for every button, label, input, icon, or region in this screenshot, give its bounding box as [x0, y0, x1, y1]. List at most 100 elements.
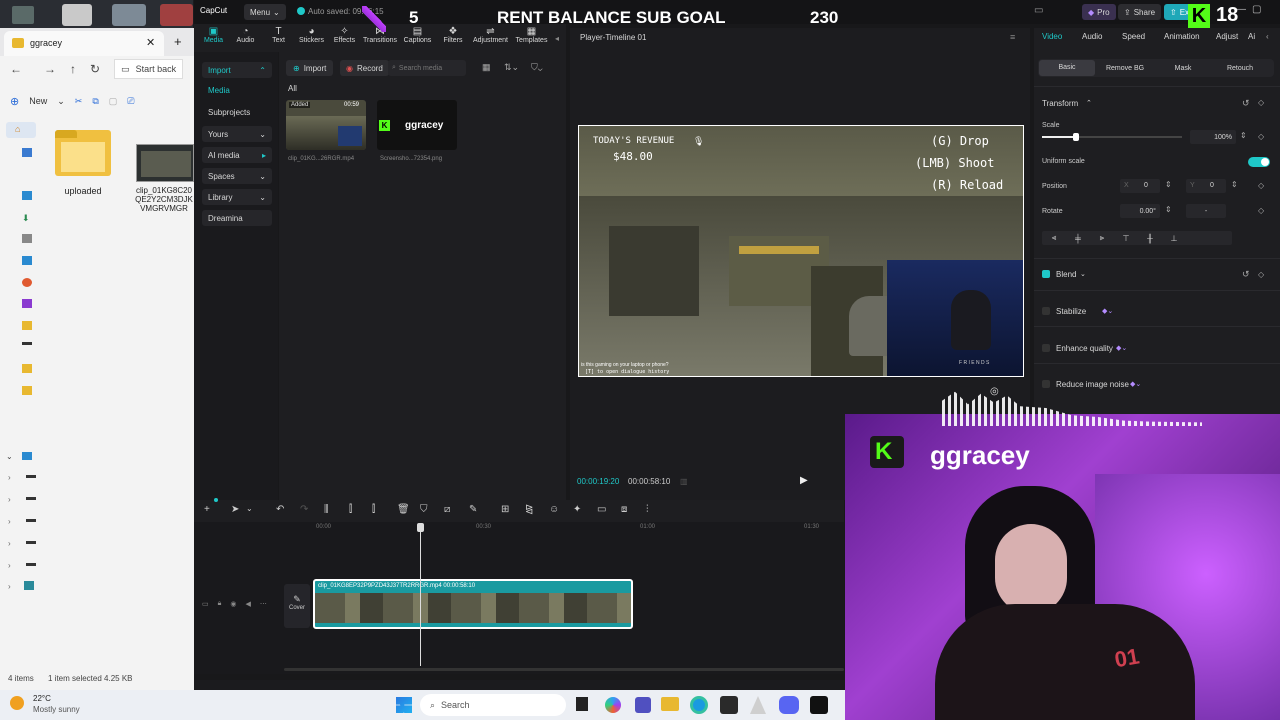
scale-slider-handle[interactable]	[1073, 133, 1079, 141]
caption-icon[interactable]: ▭	[597, 504, 606, 515]
toolbar-audio[interactable]: ◔ Audio	[229, 26, 262, 44]
audio-split-icon[interactable]: ⫶	[646, 504, 649, 515]
file-label[interactable]: clip_01KG8C20QE2Y2CM3DJKVMGRVMGR	[134, 186, 194, 213]
chevron-right-icon[interactable]: ›	[8, 561, 11, 570]
app-icon[interactable]	[160, 4, 193, 26]
cover-button[interactable]: ✎ Cover	[284, 584, 310, 628]
collapse-icon[interactable]: ◂	[555, 34, 559, 43]
copy-icon[interactable]: ⧉	[92, 96, 98, 107]
rename-icon[interactable]: ⎚	[127, 96, 134, 107]
stepper-icon[interactable]: ⇕	[1165, 180, 1172, 189]
sidebar-item-dreamina[interactable]: Dreamina	[202, 210, 272, 226]
taskview-icon[interactable]	[576, 697, 588, 711]
close-icon[interactable]: ✕	[146, 36, 155, 49]
app-icon[interactable]	[12, 6, 34, 24]
person-icon[interactable]: ☺	[549, 504, 559, 515]
stabilize-checkbox[interactable]	[1042, 307, 1050, 315]
align-center-icon[interactable]: ╪	[1066, 234, 1090, 243]
timeline-scrollbar[interactable]	[284, 668, 844, 671]
keyframe-icon[interactable]: ◇	[1258, 206, 1264, 215]
shield-icon[interactable]: ⛉	[420, 504, 428, 515]
subtab-retouch[interactable]: Retouch	[1211, 65, 1269, 72]
app-icon[interactable]	[62, 4, 92, 26]
copilot-icon[interactable]	[605, 697, 621, 713]
redo-icon[interactable]: ↷	[300, 504, 308, 515]
uniform-scale-toggle[interactable]	[1248, 157, 1270, 167]
reset-icon[interactable]: ↺	[1242, 98, 1250, 109]
eye-icon[interactable]: ◉	[230, 600, 236, 608]
reset-icon[interactable]: ↺	[1242, 269, 1250, 280]
align-right-icon[interactable]: ⫸	[1090, 233, 1114, 243]
menu-lines-icon[interactable]: ≡	[1010, 32, 1015, 42]
folder-icon[interactable]	[661, 697, 679, 711]
filter-all[interactable]: All	[288, 84, 297, 93]
up-icon[interactable]: ↑	[70, 62, 76, 76]
split-right-icon[interactable]: ⫿	[372, 504, 375, 515]
scale-input[interactable]: 100%	[1190, 130, 1236, 144]
sidebar-item-spaces[interactable]: Spaces ⌄	[202, 168, 272, 184]
app-icon[interactable]	[750, 696, 766, 714]
track-icon[interactable]: ▭	[202, 600, 209, 608]
add-tab-icon[interactable]: +	[174, 34, 182, 49]
media-item-clip[interactable]: Added 00:59	[286, 100, 366, 150]
tab-speed[interactable]: Speed	[1122, 32, 1164, 41]
chevron-right-icon[interactable]: ›	[8, 473, 11, 482]
blend-label[interactable]: Blend	[1056, 270, 1076, 279]
cut-icon[interactable]: ✂	[75, 96, 83, 107]
add-icon[interactable]: +	[204, 504, 210, 515]
sidebar-item-ai-media[interactable]: AI media ▸	[202, 147, 272, 163]
discord-icon[interactable]	[779, 696, 799, 714]
tab-ai[interactable]: Ai	[1248, 32, 1262, 41]
align-bottom-icon[interactable]: ⊥	[1162, 234, 1186, 243]
folder-icon[interactable]	[22, 321, 32, 330]
start-icon[interactable]	[396, 697, 412, 713]
tab-adjust[interactable]: Adjust	[1216, 32, 1248, 41]
search-input[interactable]: ⌕ Search media	[388, 60, 466, 76]
gallery-icon[interactable]	[22, 148, 32, 157]
tab-video[interactable]: Video	[1042, 32, 1082, 41]
sidebar-item-subprojects[interactable]: Subprojects	[208, 108, 250, 117]
crop-icon[interactable]: ⧄	[444, 504, 450, 515]
collapse-icon[interactable]: ‹	[1266, 32, 1269, 41]
delete-icon[interactable]: 🗑	[397, 504, 410, 515]
pro-button[interactable]: ◆ Pro	[1082, 4, 1116, 20]
drive-icon[interactable]	[26, 497, 36, 500]
refresh-icon[interactable]: ↻	[90, 62, 100, 76]
grid-view-icon[interactable]: ▦	[482, 62, 491, 73]
chevron-up-icon[interactable]: ⌃	[1086, 99, 1092, 107]
this-pc-icon[interactable]	[22, 452, 32, 460]
replace-icon[interactable]: ⧈	[621, 504, 627, 515]
reduce-noise-label[interactable]: Reduce image noise	[1056, 380, 1129, 389]
record-button[interactable]: ◉ Record	[340, 60, 389, 76]
chevron-down-icon[interactable]: ⌄	[246, 504, 253, 513]
stabilize-label[interactable]: Stabilize	[1056, 307, 1086, 316]
reduce-noise-checkbox[interactable]	[1042, 380, 1050, 388]
subtab-basic[interactable]: Basic	[1039, 60, 1095, 76]
player-canvas[interactable]: F R I E N D S TODAY'S REVENUE $48.00 🎙 (…	[578, 125, 1024, 377]
split-left-icon[interactable]: ⫿	[349, 504, 352, 515]
select-icon[interactable]: ➤	[231, 504, 239, 515]
documents-icon[interactable]	[22, 234, 32, 243]
music-icon[interactable]	[22, 278, 32, 287]
mirror-icon[interactable]: ⧎	[525, 504, 533, 515]
drive-icon[interactable]	[22, 342, 32, 345]
taskbar-search[interactable]: ⌕ Search	[420, 694, 566, 716]
drive-icon[interactable]	[26, 541, 36, 544]
enhance-label[interactable]: Enhance quality	[1056, 344, 1113, 353]
store-icon[interactable]	[720, 696, 738, 714]
drive-icon[interactable]	[26, 475, 36, 478]
chevron-right-icon[interactable]: ›	[8, 517, 11, 526]
blend-checkbox[interactable]	[1042, 270, 1050, 278]
folder-thumbnail[interactable]	[55, 130, 111, 176]
sort-icon[interactable]: ⇅⌄	[504, 62, 519, 73]
filter-icon[interactable]: ⛉⌄	[531, 62, 543, 73]
share-button[interactable]: ⇪ Share	[1118, 4, 1162, 20]
network-icon[interactable]	[24, 581, 34, 590]
chevron-down-icon[interactable]: ⌄	[1080, 270, 1086, 278]
home-item[interactable]: ⌂	[6, 122, 36, 138]
sidebar-item-import[interactable]: Import ⌃	[202, 62, 272, 78]
toolbar-stickers[interactable]: ◕ Stickers	[295, 26, 328, 44]
chevron-down-icon[interactable]: ⌄	[57, 96, 65, 107]
menu-button[interactable]: Menu ⌄	[244, 4, 286, 20]
split-icon[interactable]: ⫼	[324, 504, 329, 515]
